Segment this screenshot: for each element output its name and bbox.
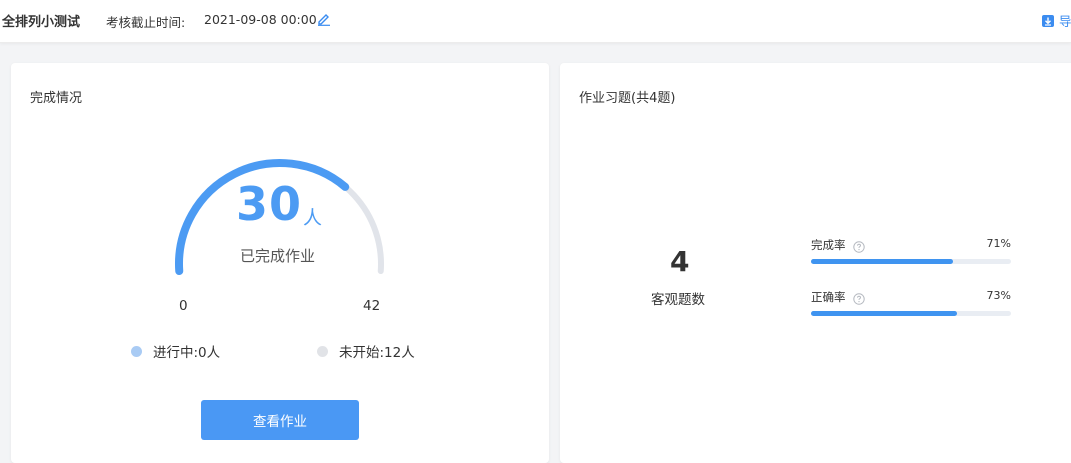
accuracy-rate-value: 73% xyxy=(986,289,1011,302)
gauge-max: 42 xyxy=(363,298,381,314)
completion-rate-label: 完成率 xyxy=(811,238,846,252)
deadline-label: 考核截止时间: xyxy=(106,15,186,30)
help-circle-icon[interactable] xyxy=(853,238,865,253)
accuracy-rate-stat: 正确率 73% xyxy=(811,289,1011,316)
top-bar: 全排列小测试 考核截止时间: 2021-09-08 00:00 导 xyxy=(0,0,1071,43)
completed-caption: 已完成作业 xyxy=(240,247,316,265)
completion-rate-stat: 完成率 71% xyxy=(811,237,1011,264)
view-homework-button[interactable]: 查看作业 xyxy=(201,400,359,440)
completed-unit: 人 xyxy=(303,207,323,229)
export-button[interactable]: 导 xyxy=(1041,11,1071,29)
exercise-card: 作业习题(共4题) 4 客观题数 完成率 71% 正确率 73% xyxy=(560,63,1071,463)
question-count-label: 客观题数 xyxy=(651,292,705,308)
in-progress-dot xyxy=(131,345,142,357)
not-started-label: 未开始:12人 xyxy=(339,345,415,361)
exercise-card-title: 作业习题(共4题) xyxy=(579,91,676,106)
accuracy-rate-fill xyxy=(811,311,957,316)
completion-card: 完成情况 30 人 已完成作业 0 42 进行中:0人 未开始:12人 查看作业 xyxy=(11,63,549,463)
deadline-value: 2021-09-08 00:00 xyxy=(204,12,317,27)
completion-rate-track xyxy=(811,259,1011,264)
completion-rate-value: 71% xyxy=(986,237,1011,250)
help-circle-icon[interactable] xyxy=(853,290,865,305)
question-count: 4 xyxy=(670,245,690,278)
export-label: 导 xyxy=(1059,13,1071,29)
in-progress-label: 进行中:0人 xyxy=(153,345,221,361)
download-icon xyxy=(1041,13,1055,27)
exam-title: 全排列小测试 xyxy=(2,15,81,30)
completion-rate-fill xyxy=(811,259,953,264)
not-started-dot xyxy=(317,345,328,357)
completed-count: 30 xyxy=(236,177,303,231)
edit-icon[interactable] xyxy=(317,11,331,26)
accuracy-rate-label: 正确率 xyxy=(811,290,846,304)
legend-not-started: 未开始:12人 xyxy=(317,341,415,361)
gauge-min: 0 xyxy=(179,298,188,314)
accuracy-rate-track xyxy=(811,311,1011,316)
legend-in-progress: 进行中:0人 xyxy=(131,341,220,361)
